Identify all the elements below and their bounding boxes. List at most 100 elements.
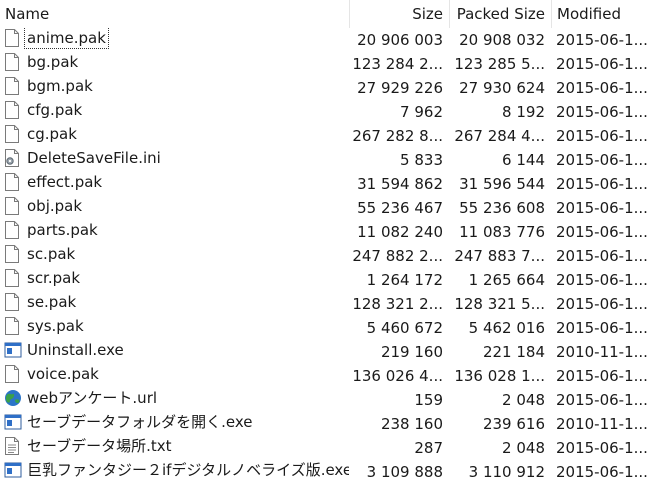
file-size: 5 833 (400, 151, 443, 169)
exe-icon (4, 340, 22, 360)
file-packed-size: 55 236 608 (459, 199, 545, 217)
file-name: bg.pak (27, 53, 79, 71)
file-name: effect.pak (27, 173, 103, 191)
file-icon (4, 100, 22, 120)
file-row[interactable]: cg.pak 267 282 8... 267 284 4... 2015-06-1.… (0, 124, 655, 148)
file-name-cell: webアンケート.url (0, 388, 349, 412)
file-row[interactable]: sc.pak 247 882 2... 247 883 7... 2015-06-1.… (0, 244, 655, 268)
file-name: cfg.pak (27, 101, 83, 119)
file-name: webアンケート.url (27, 389, 158, 407)
file-icon (4, 52, 22, 72)
file-modified: 2015-06-1... (556, 55, 648, 73)
column-header-name[interactable]: Name (0, 0, 349, 28)
file-name: cg.pak (27, 125, 77, 143)
file-name: セーブデータフォルダを開く.exe (27, 413, 253, 431)
file-icon (4, 28, 22, 48)
file-modified: 2015-06-1... (556, 295, 648, 313)
file-modified: 2015-06-1... (556, 223, 648, 241)
file-icon (4, 76, 22, 96)
file-row[interactable]: parts.pak 11 082 240 11 083 776 2015-06-1..… (0, 220, 655, 244)
file-size: 1 264 172 (366, 271, 443, 289)
file-size: 11 082 240 (357, 223, 443, 241)
file-modified: 2015-06-1... (556, 175, 648, 193)
file-modified: 2015-06-1... (556, 127, 648, 145)
file-icon (4, 364, 22, 384)
file-row[interactable]: se.pak 128 321 2... 128 321 5... 2015-06-1.… (0, 292, 655, 316)
file-name-cell: bgm.pak (0, 76, 349, 100)
file-row[interactable]: effect.pak 31 594 862 31 596 544 2015-06-1.… (0, 172, 655, 196)
file-packed-size: 1 265 664 (468, 271, 545, 289)
file-packed-size: 128 321 5... (454, 295, 545, 313)
file-name: scr.pak (27, 269, 81, 287)
file-size: 3 109 888 (366, 463, 443, 481)
file-row[interactable]: bg.pak 123 284 2... 123 285 5... 2015-06-1.… (0, 52, 655, 76)
file-modified: 2015-06-1... (556, 367, 648, 385)
file-name: parts.pak (27, 221, 98, 239)
exe-icon (4, 412, 22, 432)
file-name-cell: sc.pak (0, 244, 349, 268)
file-row[interactable]: DeleteSaveFile.ini 5 833 6 144 2015-06-1... (0, 148, 655, 172)
file-name-cell: anime.pak (0, 28, 349, 52)
file-row[interactable]: bgm.pak 27 929 226 27 930 624 2015-06-1... (0, 76, 655, 100)
file-icon (4, 268, 22, 288)
column-header-size[interactable]: Size (349, 0, 449, 28)
file-row[interactable]: sys.pak 5 460 672 5 462 016 2015-06-1... (0, 316, 655, 340)
file-name-cell: 巨乳ファンタジー２ifデジタルノベライズ版.exe (0, 460, 349, 484)
settings-file-icon (4, 148, 22, 168)
file-name: sys.pak (27, 317, 84, 335)
file-name: voice.pak (27, 365, 99, 383)
file-packed-size: 8 192 (502, 103, 545, 121)
file-row[interactable]: cfg.pak 7 962 8 192 2015-06-1... (0, 100, 655, 124)
file-row[interactable]: webアンケート.url 159 2 048 2015-06-1... (0, 388, 655, 412)
file-name-cell: bg.pak (0, 52, 349, 76)
file-size: 267 282 8... (352, 127, 443, 145)
file-row[interactable]: scr.pak 1 264 172 1 265 664 2015-06-1... (0, 268, 655, 292)
file-name-cell: セーブデータフォルダを開く.exe (0, 412, 349, 436)
file-row[interactable]: セーブデータ場所.txt 287 2 048 2015-06-1... (0, 436, 655, 460)
file-name: Uninstall.exe (27, 341, 124, 359)
file-size: 238 160 (380, 415, 443, 433)
file-row[interactable]: Uninstall.exe 219 160 221 184 2010-11-1... (0, 340, 655, 364)
file-modified: 2015-06-1... (556, 151, 648, 169)
file-icon (4, 196, 22, 216)
file-rows: anime.pak 20 906 003 20 908 032 2015-06-1..… (0, 28, 655, 484)
file-size: 31 594 862 (357, 175, 443, 193)
column-header-packed-size[interactable]: Packed Size (449, 0, 551, 28)
file-modified: 2015-06-1... (556, 319, 648, 337)
file-size: 20 906 003 (357, 31, 443, 49)
file-packed-size: 267 284 4... (454, 127, 545, 145)
file-row[interactable]: obj.pak 55 236 467 55 236 608 2015-06-1... (0, 196, 655, 220)
file-size: 219 160 (380, 343, 443, 361)
file-icon (4, 124, 22, 144)
file-size: 55 236 467 (357, 199, 443, 217)
column-header-modified[interactable]: Modified (551, 0, 655, 28)
file-modified: 2015-06-1... (556, 103, 648, 121)
file-modified: 2010-11-1... (556, 343, 648, 361)
file-size: 5 460 672 (366, 319, 443, 337)
globe-icon (4, 388, 22, 408)
file-packed-size: 2 048 (502, 391, 545, 409)
text-file-icon (4, 436, 22, 456)
file-row[interactable]: anime.pak 20 906 003 20 908 032 2015-06-1..… (0, 28, 655, 52)
file-name-cell: parts.pak (0, 220, 349, 244)
file-modified: 2015-06-1... (556, 463, 648, 481)
file-modified: 2015-06-1... (556, 31, 648, 49)
file-size: 287 (414, 439, 443, 457)
file-modified: 2015-06-1... (556, 391, 648, 409)
file-name-cell: obj.pak (0, 196, 349, 220)
file-icon (4, 316, 22, 336)
file-icon (4, 220, 22, 240)
file-name: se.pak (27, 293, 77, 311)
file-name-cell: Uninstall.exe (0, 340, 349, 364)
file-size: 123 284 2... (352, 55, 443, 73)
column-header-row: Name Size Packed Size Modified (0, 0, 655, 28)
file-name: obj.pak (27, 197, 83, 215)
file-row[interactable]: voice.pak 136 026 4... 136 028 1... 2015-06… (0, 364, 655, 388)
file-packed-size: 31 596 544 (459, 175, 545, 193)
file-packed-size: 20 908 032 (459, 31, 545, 49)
file-packed-size: 6 144 (502, 151, 545, 169)
file-row[interactable]: 巨乳ファンタジー２ifデジタルノベライズ版.exe 3 109 888 3 110 … (0, 460, 655, 484)
file-name-cell: voice.pak (0, 364, 349, 388)
file-name: anime.pak (24, 28, 109, 49)
file-row[interactable]: セーブデータフォルダを開く.exe 238 160 239 616 2010-11-1… (0, 412, 655, 436)
